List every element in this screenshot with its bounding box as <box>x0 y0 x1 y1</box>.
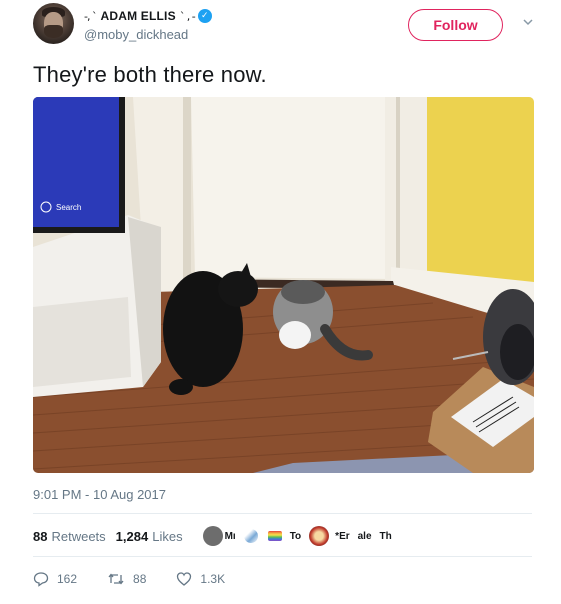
tweet-timestamp[interactable]: 9:01 PM - 10 Aug 2017 <box>33 487 166 502</box>
tweet-actions: 162 88 1.3K <box>33 568 255 590</box>
name-decoration-right: ` , - <box>179 9 196 23</box>
tv-search-label: Search <box>56 203 81 212</box>
author-handle[interactable]: @moby_dickhead <box>84 27 212 42</box>
tweet-header: -, ` ADAM ELLIS ` , - ✓ @moby_dickhead F… <box>0 0 561 56</box>
reply-icon <box>33 572 49 587</box>
retweet-count: 88 <box>133 572 147 586</box>
liker-name: ale <box>357 530 372 542</box>
chevron-down-icon[interactable] <box>522 16 534 28</box>
reply-button[interactable]: 162 <box>33 571 77 587</box>
tweet-photo[interactable]: Search <box>33 97 534 473</box>
likes-label[interactable]: Likes <box>152 529 182 544</box>
rainbow-flag-icon[interactable] <box>267 531 282 541</box>
retweets-count[interactable]: 88 <box>33 529 47 544</box>
retweet-icon <box>108 573 124 585</box>
author-display-name[interactable]: ADAM ELLIS <box>100 9 175 23</box>
retweets-label[interactable]: Retweets <box>51 529 105 544</box>
tweet-text: They're both there now. <box>33 62 267 87</box>
liker-avatar[interactable] <box>202 526 223 546</box>
author-info[interactable]: -, ` ADAM ELLIS ` , - ✓ @moby_dickhead <box>84 7 212 42</box>
name-decoration-left: -, ` <box>84 9 98 23</box>
like-count: 1.3K <box>200 572 226 586</box>
liker-avatar[interactable] <box>309 526 330 546</box>
divider <box>33 513 532 514</box>
liker-avatars[interactable]: Mı To *Er ale Th <box>202 526 400 546</box>
reply-count: 162 <box>57 572 78 586</box>
liker-name: *Er <box>335 530 350 542</box>
avatar[interactable] <box>33 3 74 44</box>
heart-icon <box>177 572 192 586</box>
tweet-stats: 88 Retweets 1,284 Likes Mı To *Er ale Th <box>33 522 400 550</box>
divider <box>33 556 532 557</box>
retweet-button[interactable]: 88 <box>107 571 146 587</box>
liker-name: Th <box>379 530 392 542</box>
follow-button[interactable]: Follow <box>408 9 503 41</box>
liker-name: To <box>289 530 302 542</box>
likes-count[interactable]: 1,284 <box>116 529 149 544</box>
like-button[interactable]: 1.3K <box>176 571 225 587</box>
liker-avatar[interactable] <box>243 529 258 543</box>
liker-name: Mı <box>224 530 236 542</box>
verified-badge-icon: ✓ <box>197 9 212 23</box>
